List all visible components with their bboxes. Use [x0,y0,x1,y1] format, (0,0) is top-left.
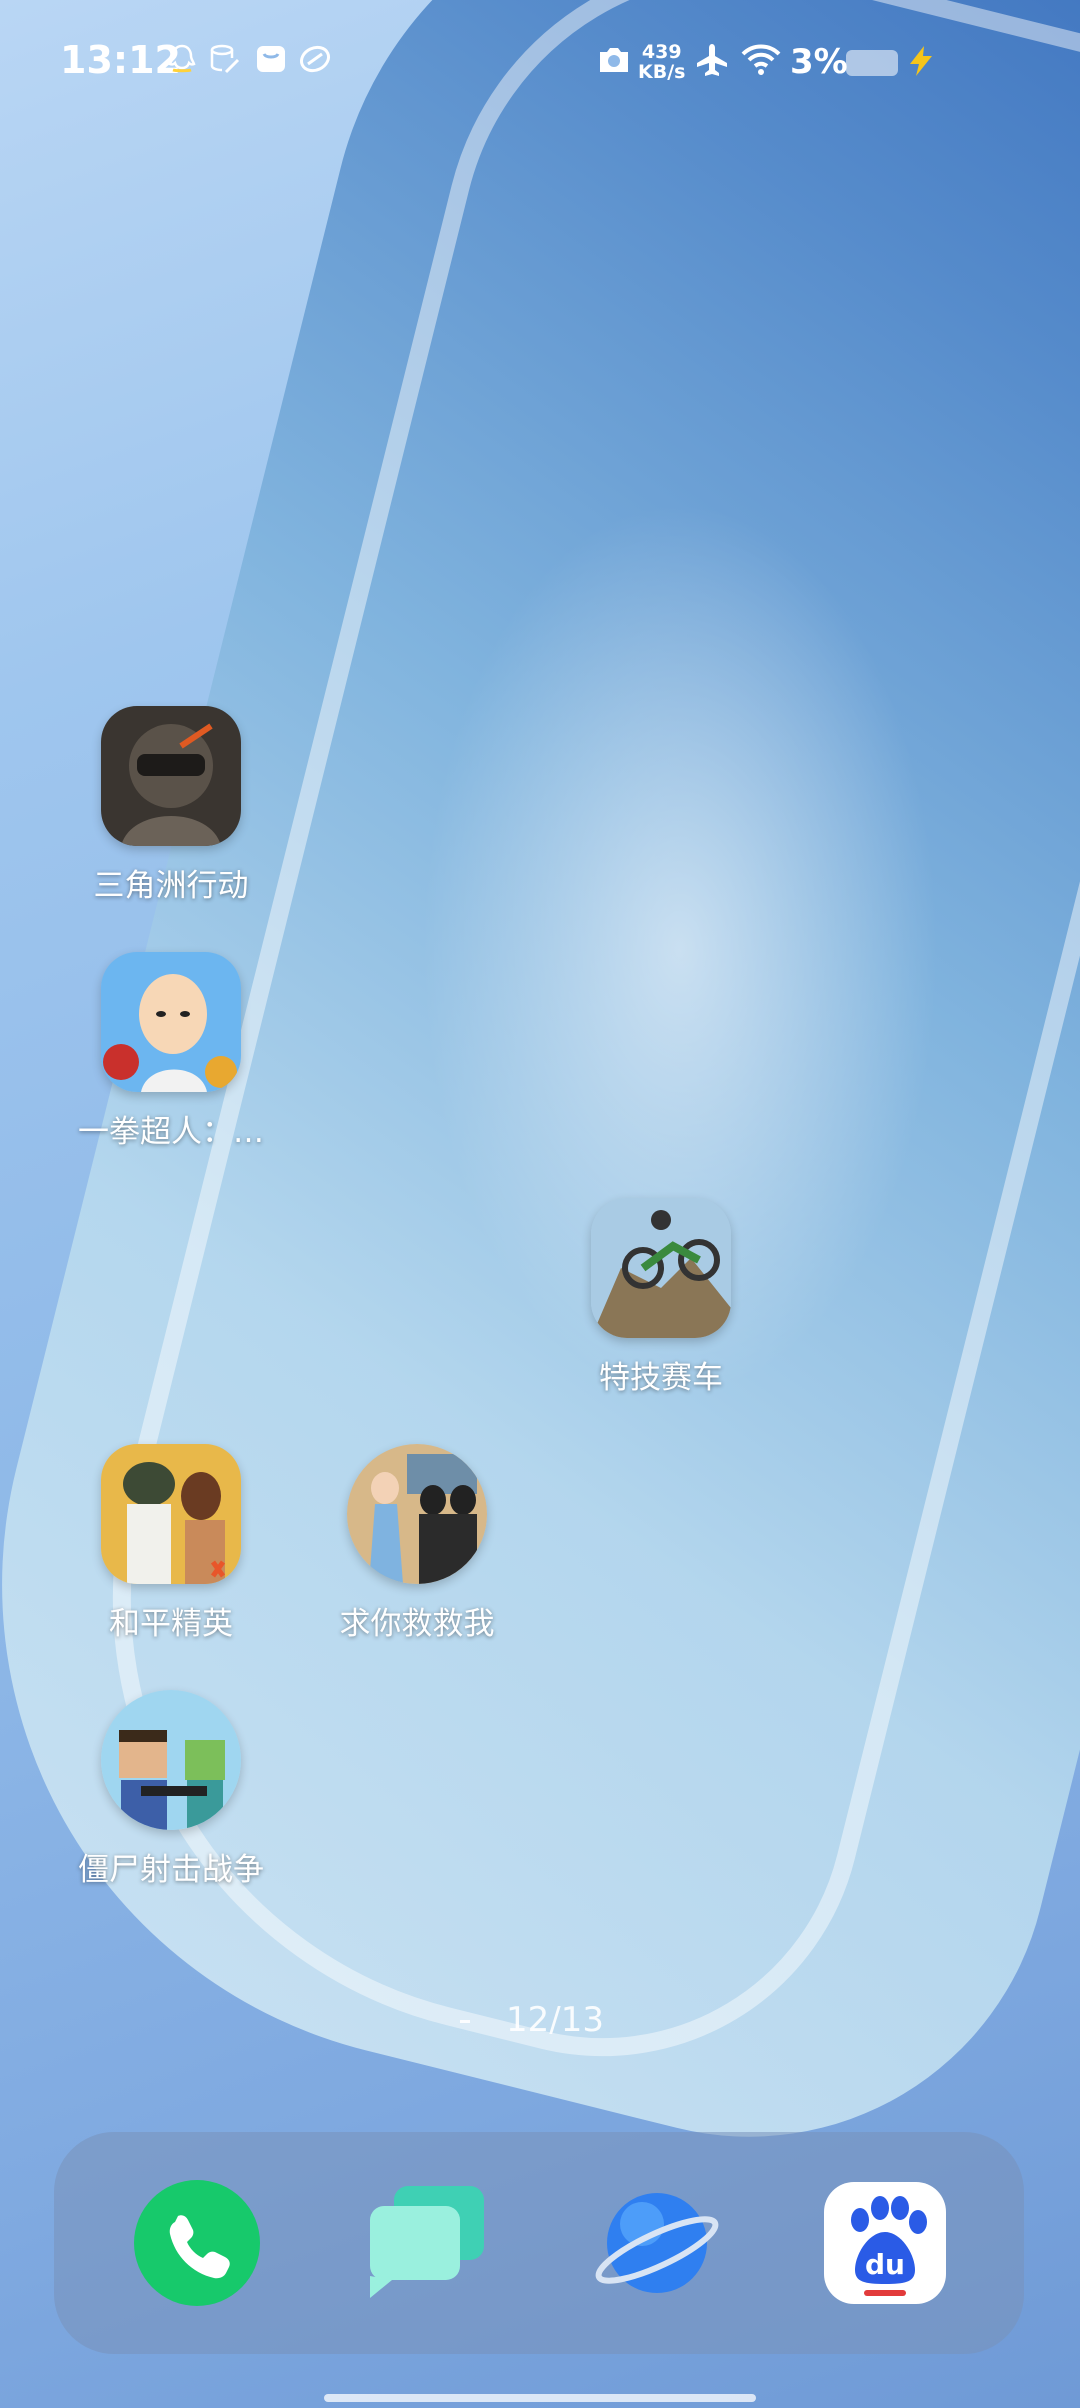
network-speed: 439 KB/s [638,41,686,83]
dock-messages[interactable] [364,2180,490,2306]
status-bar: 13:12 439 KB/s 3% [0,0,1080,120]
app-label: 和平精英 [109,1606,233,1642]
database-icon [210,44,240,74]
home-indicator[interactable] [324,2394,756,2402]
svg-text:du: du [865,2248,905,2281]
qq-icon [168,44,196,73]
dock-baidu[interactable]: du [822,2180,948,2306]
app-one-punch-man[interactable]: 一拳超人：… [66,952,276,1151]
motorbike-game-icon [591,1198,731,1338]
wifi-icon [741,44,781,75]
app-delta-force[interactable]: 三角洲行动 [66,706,276,905]
app-peacekeeper-elite[interactable]: 和平精英 [66,1444,276,1643]
badge-icon [299,45,331,73]
app-label: 僵尸射击战争 [78,1852,264,1888]
camera-icon [600,48,628,72]
app-label: 特技赛车 [599,1360,723,1396]
page-indicator[interactable]: 12/13 [460,2000,604,2040]
dock-browser[interactable] [594,2180,720,2306]
dock-phone[interactable] [134,2180,260,2306]
charging-icon [910,46,932,76]
battery-icon [846,50,898,76]
wallpaper [0,0,1080,2408]
rescue-game-icon [347,1444,487,1584]
soldier-game-icon [101,706,241,846]
baidu-paw-icon: du [824,2182,946,2304]
app-zombie-shooter[interactable]: 僵尸射击战争 [66,1690,276,1889]
airplane-mode-icon [697,44,727,76]
mail-icon [257,46,285,72]
app-stunt-racing[interactable]: 特技赛车 [556,1198,766,1397]
messages-icon [370,2186,484,2298]
dock: du [54,2132,1024,2354]
planet-browser-icon [595,2193,719,2293]
battery-percent: 3% [790,42,848,82]
app-label: 求你救救我 [339,1606,495,1642]
app-save-me[interactable]: 求你救救我 [312,1444,522,1643]
phone-icon [134,2180,260,2306]
app-label: 一拳超人：… [78,1114,264,1150]
status-time: 13:12 [60,38,181,82]
app-label: 三角洲行动 [93,868,249,904]
blocky-shooter-game-icon [101,1690,241,1830]
battle-royale-game-icon [101,1444,241,1584]
page-dash [460,2020,470,2023]
anime-hero-game-icon [101,952,241,1092]
